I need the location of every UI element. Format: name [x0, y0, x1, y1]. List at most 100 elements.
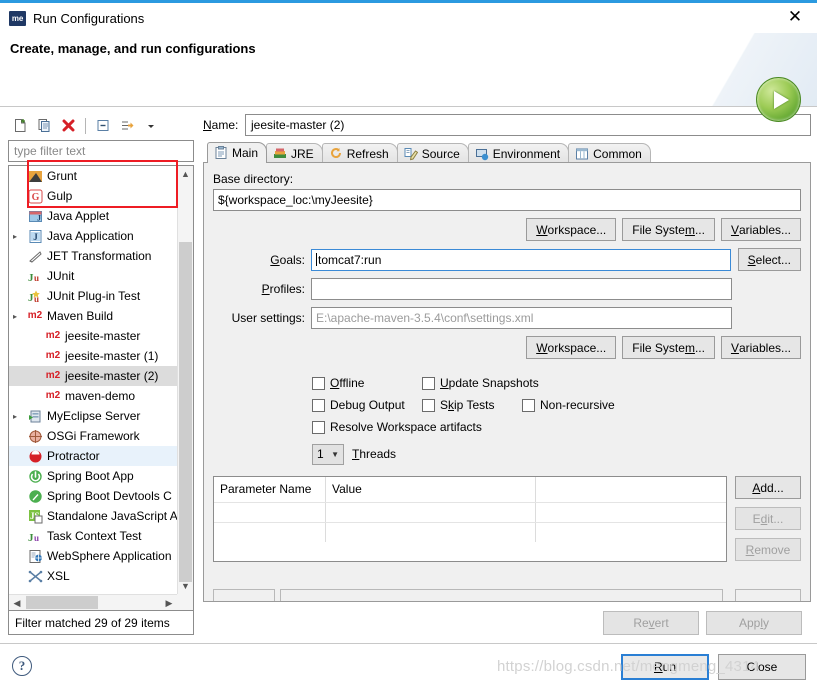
help-question-icon[interactable]: ?	[12, 656, 32, 676]
debug-output-label[interactable]: Debug Output	[330, 398, 422, 412]
dialog-body: type filter text Grunt G Gulp J Java Applet ▸…	[0, 107, 817, 635]
expand-arrow-icon[interactable]: ▸	[13, 312, 17, 321]
tree-item-myeclipse-server[interactable]: ▸ MyEclipse Server	[9, 406, 177, 426]
update-snapshots-checkbox[interactable]	[422, 376, 435, 390]
non-recursive-label[interactable]: Non-recursive	[540, 398, 615, 412]
tree-item-label: maven-demo	[65, 389, 136, 403]
tree-item-maven-build[interactable]: ▸ m2 Maven Build	[9, 306, 177, 326]
settings-variables-button[interactable]: Variables...	[720, 336, 801, 359]
name-input[interactable]: jeesite-master (2)	[245, 114, 811, 136]
horizontal-scroll-thumb[interactable]	[26, 596, 98, 609]
myeclipse-icon: me	[9, 10, 26, 26]
tab-source[interactable]: Source	[396, 143, 469, 163]
configuration-editor-pane: Name: jeesite-master (2) Main JRE Refresh S…	[203, 113, 811, 635]
profiles-input[interactable]	[311, 278, 732, 300]
table-row[interactable]	[214, 522, 726, 542]
table-row[interactable]	[214, 502, 726, 522]
tab-main[interactable]: Main	[207, 142, 268, 163]
scroll-left-icon[interactable]: ◀	[9, 595, 25, 610]
goals-select-button[interactable]: Select...	[737, 248, 801, 271]
skip-tests-checkbox[interactable]	[422, 398, 435, 412]
vertical-scroll-thumb[interactable]	[179, 242, 192, 582]
goals-input-value: tomcat7:run	[318, 252, 382, 267]
filter-arrow-icon[interactable]	[116, 115, 138, 137]
base-workspace-button[interactable]: Workspace...	[526, 218, 617, 241]
tree-item-xsl[interactable]: XSL	[9, 566, 177, 586]
tree-item-jet-transformation[interactable]: JET Transformation	[9, 246, 177, 266]
update-snapshots-label[interactable]: Update Snapshots	[440, 376, 539, 390]
non-recursive-checkbox[interactable]	[522, 398, 535, 412]
tab-jre[interactable]: JRE	[266, 143, 323, 163]
tree-item-protractor[interactable]: Protractor	[9, 446, 177, 466]
tree-items-host: Grunt G Gulp J Java Applet ▸ J Java Application…	[9, 166, 177, 594]
scroll-up-icon[interactable]: ▲	[178, 166, 193, 182]
dialog-footer: ? Run Close	[0, 644, 817, 696]
tree-vertical-scrollbar[interactable]: ▲ ▼	[177, 166, 193, 594]
delete-red-x-icon[interactable]	[57, 115, 79, 137]
offline-checkbox[interactable]	[312, 376, 325, 390]
scroll-down-icon[interactable]: ▼	[178, 578, 193, 594]
table-cell	[326, 523, 536, 542]
svg-text:J: J	[37, 213, 41, 222]
tree-item-osgi-framework[interactable]: OSGi Framework	[9, 426, 177, 446]
skip-tests-label[interactable]: Skip Tests	[440, 398, 522, 412]
tab-refresh[interactable]: Refresh	[321, 143, 398, 163]
goals-input[interactable]: tomcat7:run	[311, 248, 731, 271]
configurations-tree[interactable]: Grunt G Gulp J Java Applet ▸ J Java Application…	[8, 165, 194, 611]
expand-arrow-icon[interactable]: ▸	[13, 412, 17, 421]
tree-item-maven-demo[interactable]: m2 maven-demo	[9, 386, 177, 406]
debug-output-checkbox[interactable]	[312, 398, 325, 412]
tree-item-jeesite-master-2[interactable]: m2 jeesite-master (2)	[9, 366, 177, 386]
tab-label: JRE	[291, 146, 314, 161]
tree-item-spring-boot-app[interactable]: Spring Boot App	[9, 466, 177, 486]
tree-item-java-applet[interactable]: J Java Applet	[9, 206, 177, 226]
remove-parameter-button[interactable]: Remove	[735, 538, 801, 561]
scroll-right-icon[interactable]: ▶	[161, 595, 177, 610]
apply-button[interactable]: App l y	[706, 611, 802, 635]
chevron-down-icon[interactable]	[140, 115, 162, 137]
tab-common[interactable]: Common	[568, 143, 651, 163]
tree-item-label: Java Application	[47, 229, 134, 243]
close-button[interactable]: Close	[718, 654, 806, 680]
panel-bottom-edge	[213, 589, 801, 601]
expand-arrow-icon[interactable]: ▸	[13, 232, 17, 241]
tree-item-junit[interactable]: Ju JUnit	[9, 266, 177, 286]
tab-label: Source	[421, 146, 460, 161]
environment-tab-icon	[475, 147, 489, 161]
edit-parameter-button[interactable]: Ed it...	[735, 507, 801, 530]
settings-workspace-button[interactable]: Workspace...	[526, 336, 617, 359]
tree-item-junit-plug-in-test[interactable]: Ju JUnit Plug-in Test	[9, 286, 177, 306]
tree-item-jeesite-master-1[interactable]: m2 jeesite-master (1)	[9, 346, 177, 366]
add-parameter-button[interactable]: Add...	[735, 476, 801, 499]
copy-icon[interactable]	[33, 115, 55, 137]
offline-label[interactable]: Offline	[330, 376, 422, 390]
user-settings-input[interactable]: E:\apache-maven-3.5.4\conf\settings.xml	[311, 307, 732, 329]
resolve-workspace-artifacts-checkbox[interactable]	[312, 420, 325, 434]
tree-item-grunt[interactable]: Grunt	[9, 166, 177, 186]
base-variables-button[interactable]: Variables...	[720, 218, 801, 241]
tree-item-websphere-application[interactable]: WebSphere Application	[9, 546, 177, 566]
run-button[interactable]: Run	[621, 654, 709, 680]
close-icon[interactable]: ✕	[773, 3, 817, 31]
revert-button[interactable]: Re v ert	[603, 611, 699, 635]
column-header-extra[interactable]	[536, 477, 726, 502]
tree-item-standalone-javascript-a[interactable]: JS Standalone JavaScript A	[9, 506, 177, 526]
tab-environment[interactable]: Environment	[467, 143, 570, 163]
tree-horizontal-scrollbar[interactable]: ◀ ▶	[9, 594, 177, 610]
search-input[interactable]: type filter text	[8, 140, 194, 162]
collapse-all-icon[interactable]	[92, 115, 114, 137]
tree-item-java-application[interactable]: ▸ J Java Application	[9, 226, 177, 246]
settings-file-system-button[interactable]: File Syste m...	[622, 336, 715, 359]
column-header-parameter-name[interactable]: Parameter Name	[214, 477, 326, 502]
base-directory-input[interactable]: ${workspace_loc:\myJeesite}	[213, 189, 801, 211]
tree-item-jeesite-master[interactable]: m2 jeesite-master	[9, 326, 177, 346]
threads-combo[interactable]: 1 ▼	[312, 443, 344, 465]
new-document-icon[interactable]	[9, 115, 31, 137]
base-file-system-button[interactable]: File Syste m...	[622, 218, 715, 241]
tree-item-task-context-test[interactable]: Ju Task Context Test	[9, 526, 177, 546]
tree-item-spring-boot-devtools-c[interactable]: Spring Boot Devtools C	[9, 486, 177, 506]
resolve-workspace-artifacts-label[interactable]: Resolve Workspace artifacts	[330, 420, 482, 434]
column-header-value[interactable]: Value	[326, 477, 536, 502]
parameters-table[interactable]: Parameter Name Value	[213, 476, 727, 562]
tree-item-gulp[interactable]: G Gulp	[9, 186, 177, 206]
